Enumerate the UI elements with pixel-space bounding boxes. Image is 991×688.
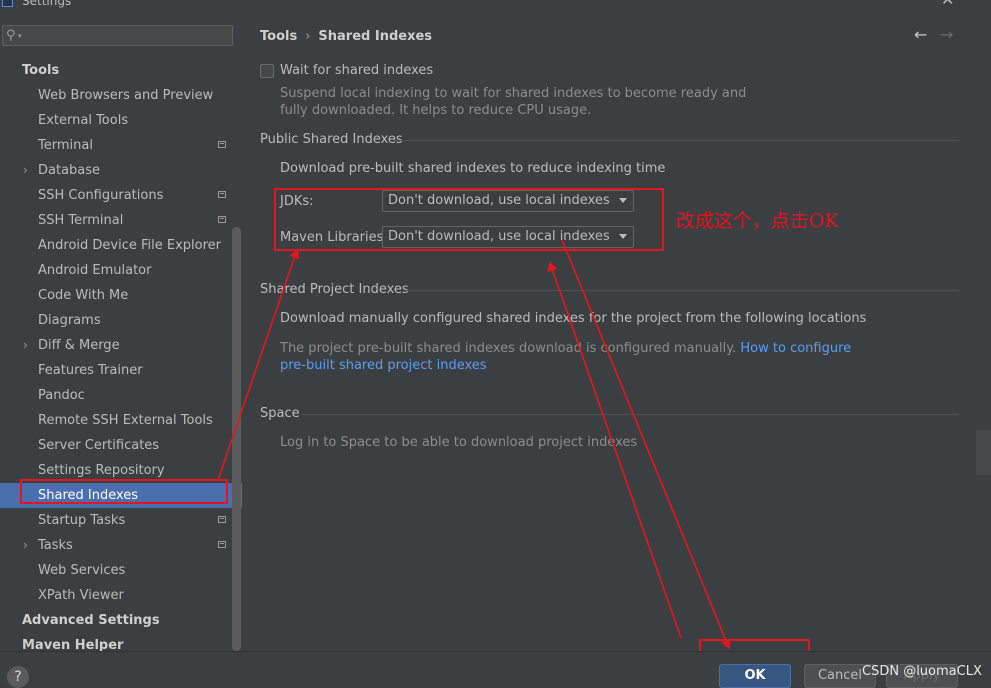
- sidebar-item-code-with-me[interactable]: Code With Me: [0, 283, 242, 308]
- breadcrumb: Tools › Shared Indexes: [260, 29, 432, 44]
- watermark: CSDN @luomaCLX: [862, 664, 982, 679]
- search-icon: ⚲: [6, 28, 16, 43]
- back-arrow-icon[interactable]: ←: [914, 25, 927, 44]
- project-indexes-link[interactable]: pre-built shared project indexes: [280, 357, 487, 374]
- section-divider: [394, 140, 959, 141]
- project-level-icon: [218, 191, 226, 198]
- wait-shared-indexes-checkbox[interactable]: [260, 64, 274, 78]
- sidebar-item-tools[interactable]: Tools: [0, 58, 242, 83]
- sidebar-item-label: Android Emulator: [38, 263, 152, 278]
- chevron-right-icon[interactable]: ›: [23, 333, 28, 358]
- sidebar-item-label: Startup Tasks: [38, 513, 126, 528]
- public-indexes-title: Public Shared Indexes: [260, 132, 403, 147]
- sidebar-item-xpath-viewer[interactable]: XPath Viewer: [0, 583, 242, 608]
- sidebar-item-label: Tasks: [38, 538, 73, 553]
- public-indexes-description: Download pre-built shared indexes to red…: [280, 161, 666, 176]
- sidebar-scrollbar[interactable]: [232, 227, 241, 651]
- close-icon[interactable]: ✕: [941, 0, 954, 9]
- wait-hint-line-1: Suspend local indexing to wait for share…: [280, 86, 747, 101]
- breadcrumb-separator-icon: ›: [305, 29, 311, 44]
- sidebar-item-android-device-file-explorer[interactable]: Android Device File Explorer: [0, 233, 242, 258]
- sidebar-item-label: Terminal: [38, 138, 93, 153]
- sidebar-item-label: Diagrams: [38, 313, 101, 328]
- window-title: Settings: [22, 0, 72, 8]
- sidebar-item-diagrams[interactable]: Diagrams: [0, 308, 242, 333]
- sidebar-item-external-tools[interactable]: External Tools: [0, 108, 242, 133]
- space-description: Log in to Space to be able to download p…: [280, 435, 638, 450]
- sidebar-item-web-browsers-and-preview[interactable]: Web Browsers and Preview: [0, 83, 242, 108]
- sidebar-item-label: Remote SSH External Tools: [38, 413, 213, 428]
- project-level-icon: [218, 141, 226, 148]
- app-icon: [2, 0, 13, 7]
- search-input[interactable]: ⚲ ▾: [2, 25, 233, 46]
- sidebar-item-terminal[interactable]: Terminal: [0, 133, 242, 158]
- project-indexes-hint-text: The project pre-built shared indexes dow…: [280, 341, 737, 356]
- annotation-box-settings: [274, 188, 664, 251]
- background-window-edge: [976, 430, 991, 475]
- project-indexes-hint: The project pre-built shared indexes dow…: [280, 340, 851, 357]
- dialog-button-bar: ? OK Cancel Apply: [0, 651, 991, 688]
- settings-sidebar: ⚲ ▾ Tools Web Browsers and Preview Externa…: [0, 13, 242, 653]
- sidebar-item-label: Android Device File Explorer: [38, 238, 221, 253]
- sidebar-item-label: SSH Configurations: [38, 188, 164, 203]
- project-indexes-description: Download manually configured shared inde…: [280, 311, 867, 326]
- section-divider: [302, 414, 959, 415]
- wait-shared-indexes-label[interactable]: Wait for shared indexes: [280, 63, 433, 78]
- breadcrumb-parent[interactable]: Tools: [260, 29, 297, 44]
- section-divider: [404, 290, 959, 291]
- sidebar-item-label: Pandoc: [38, 388, 85, 403]
- annotation-box-selected-item: [20, 479, 228, 504]
- project-indexes-title: Shared Project Indexes: [260, 282, 409, 297]
- sidebar-item-label: Diff & Merge: [38, 338, 120, 353]
- sidebar-item-pandoc[interactable]: Pandoc: [0, 383, 242, 408]
- chevron-down-icon[interactable]: ▾: [18, 32, 22, 40]
- sidebar-item-advanced-settings[interactable]: Advanced Settings: [0, 608, 242, 633]
- chevron-right-icon[interactable]: ›: [23, 533, 28, 558]
- project-level-icon: [218, 516, 226, 523]
- sidebar-item-ssh-terminal[interactable]: SSH Terminal: [0, 208, 242, 233]
- sidebar-item-android-emulator[interactable]: Android Emulator: [0, 258, 242, 283]
- sidebar-item-label: Features Trainer: [38, 363, 143, 378]
- sidebar-item-label: SSH Terminal: [38, 213, 124, 228]
- how-to-configure-link[interactable]: How to configure: [740, 341, 851, 356]
- sidebar-item-startup-tasks[interactable]: Startup Tasks: [0, 508, 242, 533]
- space-title: Space: [260, 406, 300, 421]
- sidebar-item-diff-merge[interactable]: › Diff & Merge: [0, 333, 242, 358]
- sidebar-item-label: Advanced Settings: [22, 613, 160, 628]
- chevron-right-icon[interactable]: ›: [23, 158, 28, 183]
- sidebar-item-label: Database: [38, 163, 101, 178]
- sidebar-item-label: Web Browsers and Preview: [38, 88, 214, 103]
- settings-tree: Tools Web Browsers and Preview External To…: [0, 58, 242, 658]
- title-bar: Settings ✕: [0, 0, 991, 12]
- breadcrumb-current: Shared Indexes: [318, 29, 433, 44]
- sidebar-item-label: XPath Viewer: [38, 588, 124, 603]
- sidebar-item-server-certificates[interactable]: Server Certificates: [0, 433, 242, 458]
- sidebar-item-ssh-configurations[interactable]: SSH Configurations: [0, 183, 242, 208]
- sidebar-item-label: External Tools: [38, 113, 129, 128]
- sidebar-item-label: Settings Repository: [38, 463, 165, 478]
- sidebar-item-label: Server Certificates: [38, 438, 160, 453]
- project-level-icon: [218, 541, 226, 548]
- wait-hint-line-2: fully downloaded. It helps to reduce CPU…: [280, 103, 592, 118]
- sidebar-item-label: Tools: [22, 63, 60, 78]
- sidebar-item-label: Code With Me: [38, 288, 129, 303]
- help-button[interactable]: ?: [7, 666, 29, 688]
- project-level-icon: [218, 216, 226, 223]
- sidebar-item-web-services[interactable]: Web Services: [0, 558, 242, 583]
- sidebar-item-remote-ssh-external-tools[interactable]: Remote SSH External Tools: [0, 408, 242, 433]
- sidebar-item-label: Web Services: [38, 563, 126, 578]
- ok-button[interactable]: OK: [719, 664, 791, 688]
- sidebar-item-database[interactable]: › Database: [0, 158, 242, 183]
- forward-arrow-icon[interactable]: →: [940, 25, 953, 44]
- sidebar-item-tasks[interactable]: › Tasks: [0, 533, 242, 558]
- sidebar-item-features-trainer[interactable]: Features Trainer: [0, 358, 242, 383]
- annotation-text: 改成这个，点击OK: [676, 210, 839, 232]
- settings-content: Tools › Shared Indexes ← → Wait for shared…: [244, 13, 991, 651]
